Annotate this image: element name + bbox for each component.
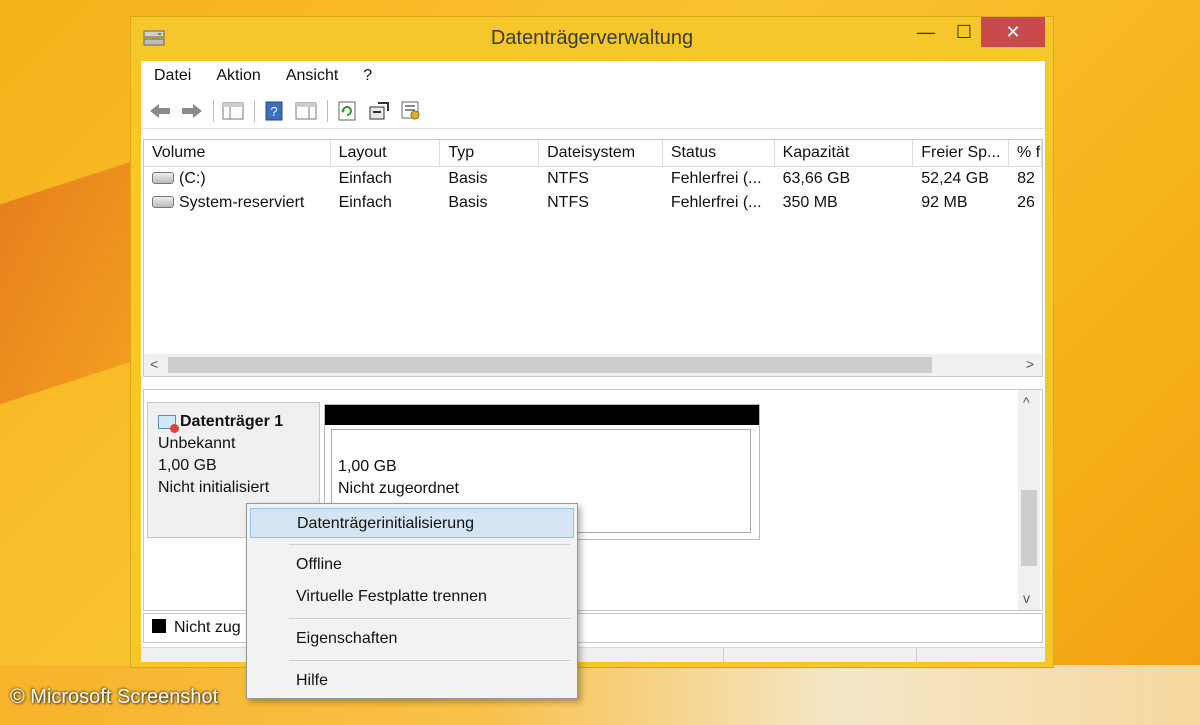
toolbar-separator <box>327 99 328 122</box>
scroll-right-button[interactable]: > <box>1026 356 1034 372</box>
partition-size: 1,00 GB <box>338 458 397 475</box>
status-cell: Fehlerfrei (... <box>670 194 762 211</box>
prozent-frei-cell: 82 <box>1017 170 1035 187</box>
menu-separator <box>289 544 571 545</box>
partition-color-bar <box>325 405 759 425</box>
menu-item-initialize-disk[interactable]: Datenträgerinitialisierung <box>250 508 574 538</box>
dateisystem-cell: NTFS <box>547 194 589 211</box>
freier-speicher-cell: 92 MB <box>921 194 968 211</box>
typ-cell: Basis <box>448 170 488 187</box>
table-row[interactable]: System-reserviert Einfach Basis NTFS Feh… <box>144 191 1042 215</box>
volume-cell: (C:) <box>144 167 331 191</box>
refresh-icon <box>338 101 356 120</box>
column-header-freier-speicher[interactable]: Freier Sp... <box>913 140 1010 166</box>
column-header-volume[interactable]: Volume <box>144 140 331 166</box>
context-menu: Datenträgerinitialisierung Offline Virtu… <box>246 503 578 699</box>
dateisystem-cell: NTFS <box>547 170 589 187</box>
volume-cell: System-reserviert <box>144 191 331 215</box>
status-divider <box>723 648 724 662</box>
menu-separator <box>289 660 571 661</box>
help-button[interactable]: ? <box>261 99 287 123</box>
volume-name: (C:) <box>179 170 206 187</box>
layout-cell: Einfach <box>338 194 392 211</box>
partition-state: Nicht zugeordnet <box>338 480 459 497</box>
volume-list-header: Volume Layout Typ Dateisystem Status Kap… <box>144 140 1042 167</box>
scrollbar-thumb[interactable] <box>168 357 932 373</box>
disk-warning-icon <box>158 414 179 433</box>
prozent-frei-cell: 26 <box>1017 194 1035 211</box>
action-pane-icon <box>295 102 317 119</box>
disk-state: Nicht initialisiert <box>158 479 270 496</box>
settings-list-icon <box>401 101 420 119</box>
back-button[interactable] <box>147 99 173 123</box>
menu-item-help[interactable]: Hilfe <box>250 666 574 696</box>
forward-arrow-icon <box>182 103 202 118</box>
legend-label: Nicht zug <box>174 619 241 636</box>
drive-icon <box>152 171 174 184</box>
disk-name: Datenträger 1 <box>180 413 284 430</box>
scrollbar-thumb[interactable] <box>1021 490 1037 566</box>
status-cell: Fehlerfrei (... <box>670 170 762 187</box>
column-header-kapazitaet[interactable]: Kapazität <box>775 140 914 166</box>
scroll-left-button[interactable]: < <box>150 356 158 372</box>
toolbar-separator <box>254 99 255 122</box>
properties-icon <box>369 101 389 119</box>
volume-name: System-reserviert <box>179 194 305 211</box>
menu-aktion[interactable]: Aktion <box>203 67 272 85</box>
toolbar-separator <box>213 99 214 122</box>
disk-type: Unbekannt <box>158 435 236 452</box>
column-header-typ[interactable]: Typ <box>440 140 540 166</box>
freier-speicher-cell: 52,24 GB <box>921 170 989 187</box>
layout-cell: Einfach <box>338 170 392 187</box>
wallpaper-accent <box>0 155 150 405</box>
console-tree-button[interactable] <box>220 99 246 123</box>
legend-swatch-unallocated <box>152 618 166 633</box>
close-button[interactable]: ✕ <box>981 17 1045 47</box>
title-bar[interactable]: Datenträgerverwaltung — ☐ ✕ <box>131 17 1053 61</box>
vertical-scrollbar[interactable]: ^ v <box>1018 390 1040 610</box>
disk-size: 1,00 GB <box>158 457 217 474</box>
drive-icon <box>152 195 174 208</box>
menu-item-properties[interactable]: Eigenschaften <box>250 624 574 654</box>
column-header-status[interactable]: Status <box>663 140 775 166</box>
menu-item-detach-vhd[interactable]: Virtuelle Festplatte trennen <box>250 582 574 612</box>
forward-button[interactable] <box>179 99 205 123</box>
menu-datei[interactable]: Datei <box>141 67 203 85</box>
console-tree-icon <box>222 102 244 119</box>
menu-help[interactable]: ? <box>350 67 384 85</box>
properties-button[interactable] <box>366 99 392 123</box>
copyright-watermark: © Microsoft Screenshot <box>10 686 219 708</box>
typ-cell: Basis <box>448 194 488 211</box>
action-pane-button[interactable] <box>293 99 319 123</box>
kapazitaet-cell: 350 MB <box>782 194 838 211</box>
menu-separator <box>289 618 571 619</box>
column-header-layout[interactable]: Layout <box>331 140 441 166</box>
table-row[interactable]: (C:) Einfach Basis NTFS Fehlerfrei (... … <box>144 167 1042 191</box>
scroll-down-button[interactable]: v <box>1023 590 1030 606</box>
refresh-button[interactable] <box>334 99 360 123</box>
kapazitaet-cell: 63,66 GB <box>782 170 851 187</box>
help-icon: ? <box>265 101 283 120</box>
column-header-dateisystem[interactable]: Dateisystem <box>539 140 663 166</box>
svg-text:?: ? <box>270 104 277 119</box>
toolbar: ? <box>141 93 1045 129</box>
volume-list: Volume Layout Typ Dateisystem Status Kap… <box>143 139 1043 377</box>
scroll-up-button[interactable]: ^ <box>1023 394 1030 410</box>
column-header-prozent-frei[interactable]: % f <box>1009 140 1042 166</box>
settings-button[interactable] <box>398 99 424 123</box>
status-divider <box>916 648 917 662</box>
back-arrow-icon <box>150 103 170 118</box>
menu-item-offline[interactable]: Offline <box>250 550 574 580</box>
menu-ansicht[interactable]: Ansicht <box>273 67 350 85</box>
horizontal-scrollbar[interactable]: < > <box>144 354 1042 376</box>
menu-bar: Datei Aktion Ansicht ? <box>141 61 1045 91</box>
